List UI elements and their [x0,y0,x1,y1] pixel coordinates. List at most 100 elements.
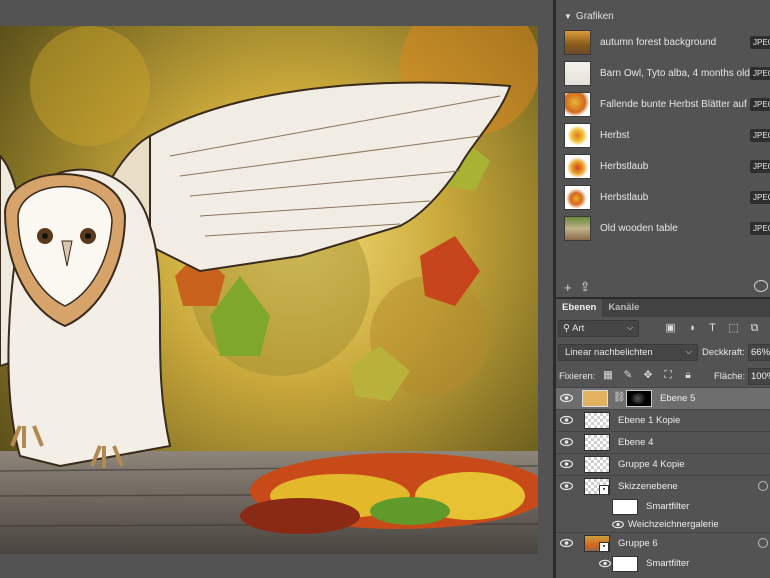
layer-row[interactable]: Gruppe 4 Kopie [556,453,770,475]
library-item-thumbnail [564,123,591,148]
right-panel-dock: ▼ Grafiken autumn forest background JPEG… [556,0,770,578]
blend-mode-value: Linear nachbelichten [565,347,653,358]
library-item-badge: JPEG [750,36,770,49]
fill-input[interactable]: 100% [748,368,770,385]
library-item-name: Herbstlaub [600,161,649,172]
smart-filter-mask-thumbnail[interactable] [612,556,638,572]
smart-filter-row[interactable]: Smartfilter [556,497,770,516]
library-asset-list: autumn forest background JPEG Barn Owl, … [556,27,770,244]
layer-row[interactable]: Ebene 1 Kopie [556,409,770,431]
layer-filter-row: ⚲ Art ⌵ ▣ ◑ T ⬚ ⧉ [556,320,770,338]
library-section-title: Grafiken [575,10,614,22]
library-item[interactable]: Herbstlaub JPEG [556,151,770,182]
layer-kind-filter-select[interactable]: ⚲ Art ⌵ [558,320,639,337]
layers-panel-tabs: Ebenen Kanäle [556,299,770,317]
layer-name[interactable]: Ebene 4 [618,437,653,448]
document-canvas[interactable] [0,26,538,554]
library-item-thumbnail [564,61,591,86]
smart-filter-row[interactable]: Smartfilter [556,554,770,573]
library-item[interactable]: Herbst JPEG [556,120,770,151]
tab-layers[interactable]: Ebenen [556,299,603,317]
chevron-down-icon: ⌵ [685,347,692,356]
library-item-name: Barn Owl, Tyto alba, 4 months old [600,68,750,79]
library-item-thumbnail [564,30,591,55]
upload-icon[interactable]: ⇪ [580,279,591,295]
smart-object-filter-icon[interactable]: ⧉ [748,322,761,335]
library-item[interactable]: Fallende bunte Herbst Blätter auf ... JP… [556,89,770,120]
library-item[interactable]: Barn Owl, Tyto alba, 4 months old JPEG [556,58,770,89]
lock-image-pixels-icon[interactable]: ✎ [622,369,634,382]
layer-row[interactable]: Ebene 4 [556,431,770,453]
visibility-eye-icon[interactable] [560,481,573,491]
blend-mode-select[interactable]: Linear nachbelichten ⌵ [558,344,698,361]
visibility-eye-icon[interactable] [560,459,573,469]
layer-name[interactable]: Gruppe 4 Kopie [618,459,685,470]
smart-filter-indicator-icon[interactable] [758,538,768,548]
library-item-name: Old wooden table [600,223,678,234]
visibility-eye-icon[interactable] [560,415,573,425]
layer-mask-thumbnail[interactable] [626,390,652,407]
library-item-thumbnail [564,216,591,241]
add-icon[interactable]: + [564,280,572,295]
photoshop-window: ▼ Grafiken autumn forest background JPEG… [0,0,770,578]
library-footer: + ⇪ [556,276,770,298]
library-item-name: Herbstlaub [600,192,649,203]
smart-filter-mask-thumbnail[interactable] [612,499,638,515]
lock-label: Fixieren: [559,371,596,382]
library-item-thumbnail [564,92,591,117]
chevron-down-icon: ⌵ [626,323,633,332]
lock-position-icon[interactable]: ✥ [642,369,654,382]
creative-cloud-icon[interactable] [754,280,768,292]
collapse-triangle-icon[interactable]: ▼ [564,12,572,21]
layer-name[interactable]: Ebene 5 [660,393,695,404]
visibility-eye-icon[interactable] [612,520,624,529]
adjustment-layer-filter-icon[interactable]: ◑ [685,322,698,335]
lock-artboard-icon[interactable]: ⛶ [662,369,674,382]
layer-row[interactable]: ▪ Skizzenebene [556,475,770,497]
lock-all-icon[interactable]: 🔒︎ [682,369,694,382]
library-item[interactable]: Old wooden table JPEG [556,213,770,244]
mask-link-icon[interactable]: ⛓ [613,392,626,403]
opacity-label: Deckkraft: [702,347,745,358]
smart-filter-indicator-icon[interactable] [758,481,768,491]
library-item-name: Herbst [600,130,630,141]
document-canvas-area[interactable] [0,0,553,578]
library-item-badge: JPEG [750,160,770,173]
smart-filter-label: Smartfilter [646,558,690,569]
library-item-badge: JPEG [750,67,770,80]
library-item-badge: JPEG [750,129,770,142]
layer-thumbnail [584,434,610,451]
layer-thumbnail [584,412,610,429]
lock-row: Fixieren: ▦ ✎ ✥ ⛶ 🔒︎ Fläche: 100% [556,368,770,385]
opacity-input[interactable]: 66% [748,344,770,361]
library-item-thumbnail [564,154,591,179]
library-item-name: autumn forest background [600,37,717,48]
type-layer-filter-icon[interactable]: T [706,322,719,335]
layer-name[interactable]: Gruppe 6 [618,538,658,549]
layer-row[interactable]: ⛓ Ebene 5 [556,387,770,409]
filter-effect-row[interactable]: Weichzeichnergalerie [556,516,770,532]
search-icon: ⚲ [563,323,570,334]
library-item-badge: JPEG [750,222,770,235]
lock-icons: ▦ ✎ ✥ ⛶ 🔒︎ [602,369,694,382]
visibility-eye-icon[interactable] [560,393,573,403]
shape-layer-filter-icon[interactable]: ⬚ [727,322,740,335]
layer-name[interactable]: Ebene 1 Kopie [618,415,680,426]
artwork-image [0,26,538,554]
layer-thumbnail [584,456,610,473]
library-item[interactable]: Herbstlaub JPEG [556,182,770,213]
visibility-eye-icon[interactable] [560,437,573,447]
filter-icons: ▣ ◑ T ⬚ ⧉ [664,322,761,335]
kind-filter-value: Art [572,323,585,334]
lock-transparent-pixels-icon[interactable]: ▦ [602,369,614,382]
layers-list: ⛓ Ebene 5 Ebene 1 Kopie Ebene 4 Gruppe 4… [556,387,770,573]
visibility-eye-icon[interactable] [599,559,611,568]
layer-name[interactable]: Skizzenebene [618,481,678,492]
tab-channels[interactable]: Kanäle [602,299,645,317]
layer-row[interactable]: ▪ Gruppe 6 [556,532,770,554]
pixel-layer-filter-icon[interactable]: ▣ [664,322,677,335]
blend-row: Linear nachbelichten ⌵ Deckkraft: 66% [556,344,770,361]
visibility-eye-icon[interactable] [560,538,573,548]
library-item-badge: JPEG [750,191,770,204]
library-item[interactable]: autumn forest background JPEG [556,27,770,58]
